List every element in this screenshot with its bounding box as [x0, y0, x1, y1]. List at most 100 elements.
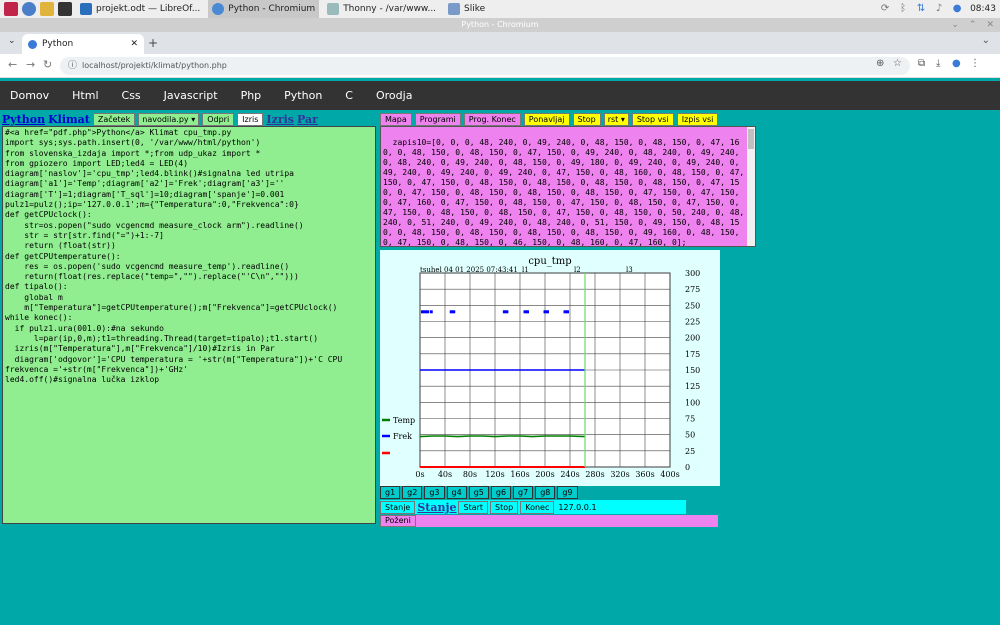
chart-marker-label: l1: [522, 266, 529, 274]
g3-button[interactable]: g3: [424, 486, 445, 499]
task-label: Python - Chromium: [228, 4, 316, 14]
window-title: Python - Chromium: [0, 18, 1000, 32]
python-link[interactable]: Python: [2, 113, 45, 126]
stanje-link[interactable]: Stanje: [417, 501, 456, 514]
data-point: [426, 310, 429, 314]
chromium-icon: [212, 3, 225, 15]
izris-button[interactable]: Izris: [237, 112, 264, 126]
bookmark-star-icon[interactable]: ☆: [893, 58, 902, 69]
g4-button[interactable]: g4: [446, 486, 467, 499]
data-log-scrollbar[interactable]: [747, 127, 755, 246]
x-tick-label: 320s: [610, 470, 629, 479]
chart-panel: 0s 40s 80s 120s 160s 200s 240s 280s 320s 360s 400s…: [380, 250, 720, 486]
close-icon[interactable]: ✕: [986, 18, 994, 32]
address-bar[interactable]: ⓘ localhost/projekti/klimat/python.php: [60, 57, 910, 75]
odpri-button[interactable]: Odpri: [202, 112, 235, 126]
data-point: [452, 310, 456, 314]
web-browser-icon[interactable]: [22, 2, 36, 16]
run-button[interactable]: Poženi: [380, 515, 416, 527]
zoom-icon[interactable]: ⊕: [876, 58, 884, 69]
volume-icon[interactable]: ♪: [934, 4, 944, 14]
ponavljaj-button[interactable]: Ponavljaj: [523, 112, 570, 126]
terminal-icon[interactable]: [58, 2, 72, 16]
g1-button[interactable]: g1: [380, 486, 401, 499]
menu-c[interactable]: C: [345, 89, 353, 102]
sync-icon[interactable]: ⟳: [880, 4, 890, 14]
network-icon[interactable]: ⇅: [916, 4, 926, 14]
y-tick-label: 50: [685, 431, 695, 440]
ip-field[interactable]: 127.0.0.1: [558, 503, 596, 512]
chevron-down-icon: ▾: [620, 114, 625, 124]
forward-icon[interactable]: →: [26, 58, 35, 71]
zacetek-button[interactable]: Začetek: [92, 112, 136, 126]
menu-python[interactable]: Python: [284, 89, 322, 102]
maximize-icon[interactable]: ⌃: [969, 18, 977, 32]
x-tick-label: 280s: [585, 470, 604, 479]
x-tick-label: 160s: [510, 470, 529, 479]
g2-button[interactable]: g2: [402, 486, 423, 499]
menu-javascript[interactable]: Javascript: [164, 89, 218, 102]
konec-button[interactable]: Konec: [520, 500, 555, 514]
g7-button[interactable]: g7: [513, 486, 534, 499]
g6-button[interactable]: g6: [490, 486, 512, 499]
menu-css[interactable]: Css: [122, 89, 141, 102]
browser-tab-strip: ⌄ Python ✕ + ⌄: [0, 32, 1000, 54]
tab-search-icon[interactable]: ⌄: [982, 35, 990, 46]
file-select[interactable]: navodila.py ▾: [138, 112, 200, 126]
x-tick-label: 0s: [415, 470, 424, 479]
raspberry-menu-icon[interactable]: [4, 2, 18, 16]
y-tick-label: 175: [685, 350, 700, 359]
task-libreoffice[interactable]: projekt.odt — LibreOf...: [76, 0, 204, 18]
menu-php[interactable]: Php: [241, 89, 262, 102]
browser-tab[interactable]: Python ✕: [22, 34, 144, 54]
stanje-button[interactable]: Stanje: [380, 500, 416, 514]
izris-link[interactable]: Izris: [266, 113, 294, 126]
task-chromium[interactable]: Python - Chromium: [208, 0, 320, 18]
tab-list-icon[interactable]: ⌄: [8, 36, 16, 46]
file-manager-icon[interactable]: [40, 2, 54, 16]
menu-domov[interactable]: Domov: [10, 89, 49, 102]
stop-status-button[interactable]: Stop: [490, 500, 519, 514]
back-icon[interactable]: ←: [8, 58, 17, 71]
g5-button[interactable]: g5: [468, 486, 489, 499]
browser-menu-icon[interactable]: ⋮: [970, 58, 980, 69]
download-icon[interactable]: ⤓: [936, 58, 940, 69]
profile-icon[interactable]: ●: [952, 58, 961, 69]
data-point: [526, 310, 529, 314]
new-tab-icon[interactable]: +: [148, 36, 158, 50]
mapa-button[interactable]: Mapa: [380, 112, 412, 126]
y-tick-label: 275: [685, 285, 700, 294]
data-point: [546, 310, 549, 314]
minimize-icon[interactable]: ⌄: [951, 18, 959, 32]
data-log[interactable]: zapis10=[0, 0, 0, 48, 240, 0, 49, 240, 0…: [380, 126, 756, 247]
par-link[interactable]: Par: [297, 113, 318, 126]
browser-toolbar: ← → ↻ ⓘ localhost/projekti/klimat/python…: [0, 54, 1000, 78]
g9-button[interactable]: g9: [557, 486, 578, 499]
microphone-icon[interactable]: ●: [952, 4, 962, 14]
start-button[interactable]: Start: [458, 500, 489, 514]
izpis-vsi-button[interactable]: Izpis vsi: [676, 112, 719, 126]
prog-konec-button[interactable]: Prog. Konec: [463, 112, 521, 126]
task-slike[interactable]: Slike: [444, 0, 489, 18]
task-thonny[interactable]: Thonny - /var/www...: [323, 0, 440, 18]
y-tick-label: 225: [685, 318, 700, 327]
clock[interactable]: 08:43: [970, 4, 996, 14]
menu-orodja[interactable]: Orodja: [376, 89, 412, 102]
y-tick-label: 75: [685, 415, 695, 424]
stop-vsi-button[interactable]: Stop vsi: [631, 112, 674, 126]
code-editor[interactable]: #<a href="pdf.php">Python</a> Klimat cpu…: [2, 126, 376, 524]
bluetooth-icon[interactable]: ᛒ: [898, 4, 908, 14]
image-viewer-icon: [448, 3, 461, 15]
g8-button[interactable]: g8: [535, 486, 556, 499]
menu-html[interactable]: Html: [72, 89, 98, 102]
rst-select[interactable]: rst ▾: [603, 112, 629, 126]
y-tick-label: 25: [685, 447, 695, 456]
legend-label: Temp: [393, 416, 415, 425]
reload-icon[interactable]: ↻: [43, 58, 52, 71]
scrollbar-thumb[interactable]: [748, 129, 754, 149]
close-tab-icon[interactable]: ✕: [130, 34, 138, 54]
extensions-icon[interactable]: ⧉: [918, 58, 925, 69]
programi-button[interactable]: Programi: [414, 112, 461, 126]
site-info-icon[interactable]: ⓘ: [68, 57, 77, 75]
stop-button[interactable]: Stop: [572, 112, 601, 126]
